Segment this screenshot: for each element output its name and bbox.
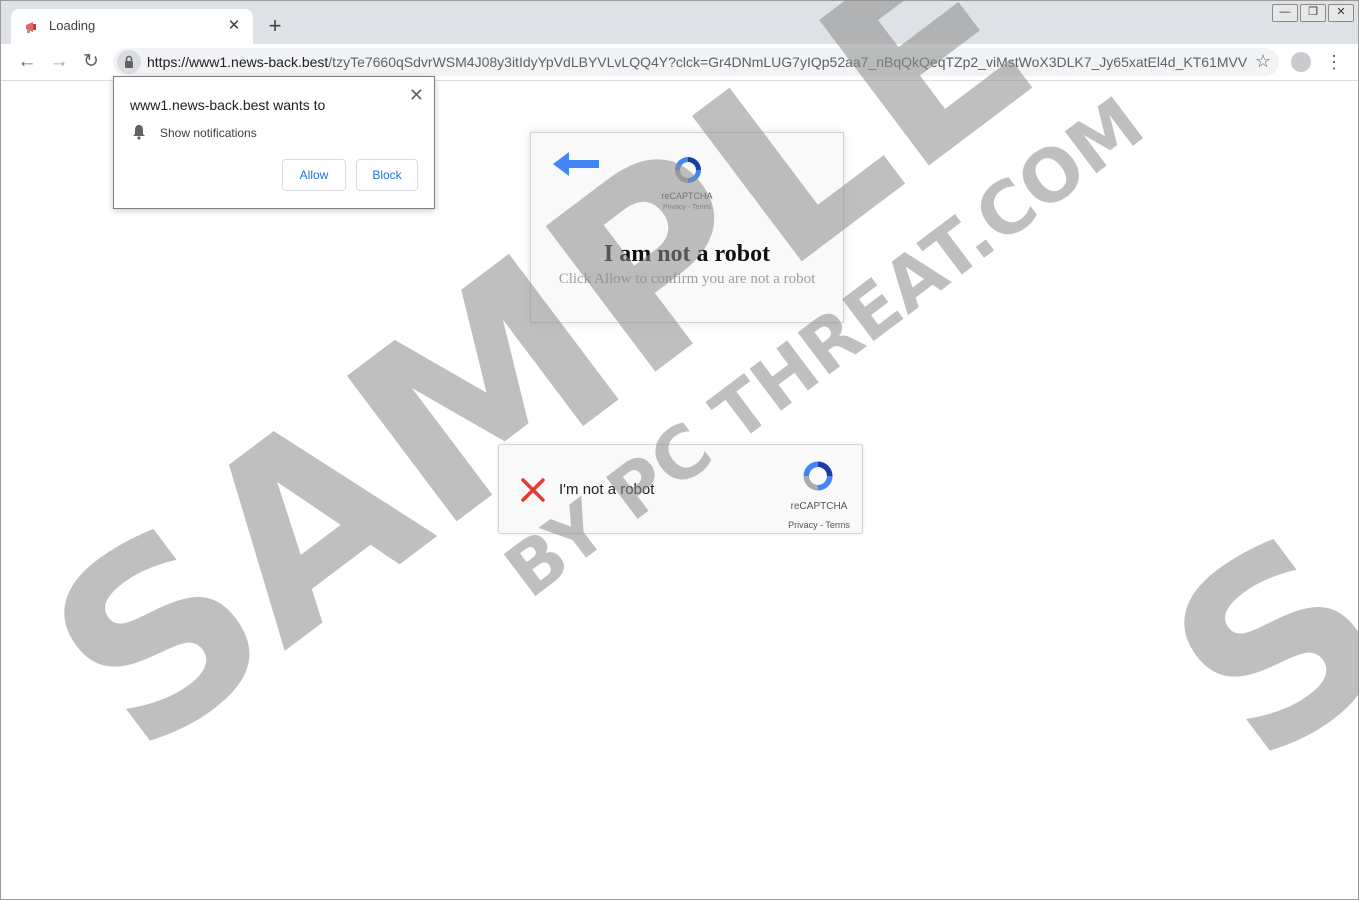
card-subtext: Click Allow to confirm you are not a rob… bbox=[558, 271, 816, 287]
block-button[interactable]: Block bbox=[356, 159, 418, 191]
recaptcha-logo-icon bbox=[675, 157, 701, 183]
browser-window: Loading ✕ + — ❐ ✕ ← → ↻ https://www1.news-… bbox=[0, 0, 1359, 900]
megaphone-icon bbox=[26, 22, 36, 33]
prompt-title: www1.news-back.best wants to bbox=[130, 97, 326, 113]
profile-avatar[interactable] bbox=[1291, 52, 1311, 72]
recaptcha-logo-icon bbox=[803, 461, 833, 491]
notification-permission-prompt: www1.news-back.best wants to ✕ Show noti… bbox=[113, 76, 435, 209]
arrow-left-icon bbox=[553, 152, 599, 176]
new-tab-button[interactable]: + bbox=[263, 15, 287, 39]
recaptcha-label: I'm not a robot bbox=[559, 481, 655, 498]
permission-label: Show notifications bbox=[160, 126, 257, 140]
url-host: https://www1.news-back.best bbox=[147, 54, 329, 70]
bookmark-star-icon[interactable]: ☆ bbox=[1255, 51, 1271, 72]
recaptcha-widget-links[interactable]: Privacy - Terms bbox=[779, 520, 859, 530]
tab-close-icon[interactable]: ✕ bbox=[225, 17, 243, 35]
recaptcha-widget[interactable]: I'm not a robot reCAPTCHA Privacy - Term… bbox=[498, 444, 863, 534]
back-button[interactable]: ← bbox=[15, 50, 39, 74]
recaptcha-name: reCAPTCHA bbox=[661, 191, 713, 201]
recaptcha-widget-name: reCAPTCHA bbox=[790, 501, 848, 512]
reload-button[interactable]: ↻ bbox=[79, 50, 103, 74]
forward-button[interactable]: → bbox=[47, 50, 71, 74]
tab-strip: Loading ✕ + — ❐ ✕ bbox=[1, 1, 1358, 44]
url-text[interactable]: https://www1.news-back.best/tzyTe7660qSd… bbox=[147, 54, 1247, 70]
card-heading: I am not a robot bbox=[603, 241, 771, 267]
red-x-icon bbox=[521, 478, 545, 502]
browser-menu-icon[interactable]: ⋮ bbox=[1325, 50, 1343, 74]
captcha-card: reCAPTCHA Privacy - Terms I am not a rob… bbox=[530, 132, 844, 323]
prompt-close-icon[interactable]: ✕ bbox=[409, 85, 424, 106]
window-controls: — ❐ ✕ bbox=[1270, 2, 1354, 22]
close-window-button[interactable]: ✕ bbox=[1328, 4, 1354, 22]
tab-title: Loading bbox=[49, 18, 96, 33]
lock-icon bbox=[125, 55, 133, 68]
address-bar[interactable]: https://www1.news-back.best/tzyTe7660qSd… bbox=[113, 48, 1279, 76]
recaptcha-links[interactable]: Privacy - Terms bbox=[531, 204, 843, 211]
allow-button[interactable]: Allow bbox=[282, 159, 346, 191]
tab-loading[interactable]: Loading ✕ bbox=[11, 9, 253, 44]
bell-icon bbox=[133, 125, 145, 140]
minimize-button[interactable]: — bbox=[1272, 4, 1298, 22]
url-path: /tzyTe7660qSdvrWSM4J08y3itIdyYpVdLBYVLvL… bbox=[328, 54, 1247, 70]
site-info-button[interactable] bbox=[117, 50, 141, 74]
restore-button[interactable]: ❐ bbox=[1300, 4, 1326, 22]
